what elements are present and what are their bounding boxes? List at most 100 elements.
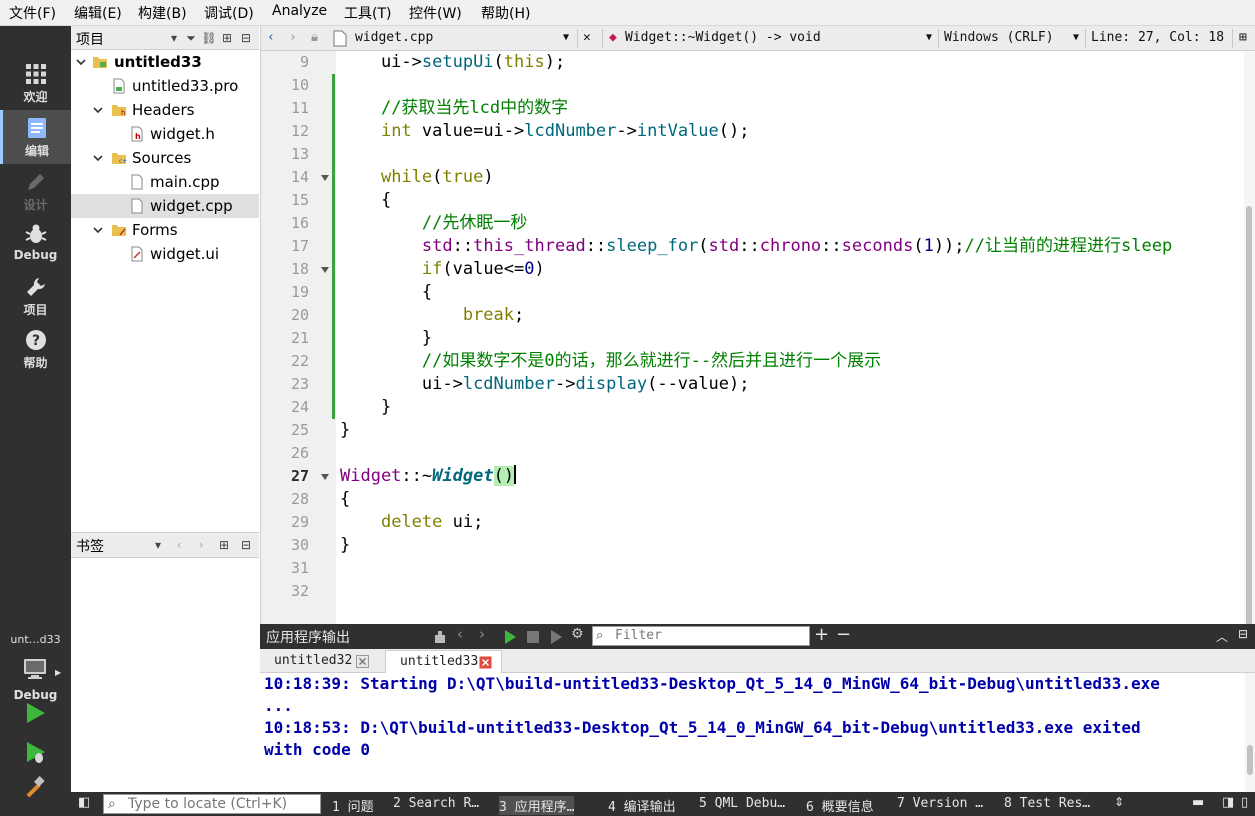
dropdown-icon[interactable]: ▾ — [166, 30, 182, 46]
attach-debugger-icon[interactable] — [548, 629, 564, 645]
close-file-icon[interactable]: ✕ — [583, 30, 591, 45]
editor-scrollbar[interactable] — [1244, 51, 1255, 656]
toggle-sidebar-icon[interactable]: ◧ — [78, 795, 90, 810]
layout-icon[interactable]: ▯ — [1241, 795, 1248, 810]
remove-icon[interactable]: − — [836, 624, 852, 645]
menu-edit[interactable]: 编辑(E) — [74, 3, 122, 23]
hammer-icon[interactable] — [22, 776, 48, 802]
split-icon[interactable]: ⊞ — [219, 30, 235, 46]
symbol-dropdown-icon[interactable]: ▼ — [926, 32, 932, 43]
mode-projects[interactable]: 项目 — [0, 269, 71, 323]
mode-design[interactable]: 设计 — [0, 164, 71, 218]
line-ending-selector[interactable]: Windows (CRLF) — [944, 30, 1054, 45]
mode-welcome[interactable]: 欢迎 — [0, 56, 71, 110]
line-ending-dropdown-icon[interactable]: ▼ — [1073, 32, 1079, 43]
file-dropdown-icon[interactable]: ▼ — [563, 32, 569, 43]
status-tab-version[interactable]: 7 Version … — [897, 796, 983, 811]
kit-arrow-icon[interactable]: ▶ — [55, 668, 61, 677]
split-icon[interactable]: ⊞ — [216, 537, 232, 553]
code-editor[interactable]: ui->setupUi(this); //获取当先lcd中的数字 int val… — [336, 51, 1244, 624]
chevron-left-icon[interactable]: ‹ — [171, 537, 187, 553]
link-icon[interactable]: ⛓ — [201, 30, 217, 46]
status-tab-test[interactable]: 8 Test Res… — [1004, 796, 1090, 811]
code-line[interactable]: //获取当先lcd中的数字 — [340, 97, 568, 120]
code-line[interactable]: { — [340, 488, 350, 511]
status-tab-app-output[interactable]: 3 应用程序… — [499, 796, 575, 815]
forward-icon[interactable]: › — [289, 30, 297, 45]
menu-tools[interactable]: 工具(T) — [344, 3, 391, 23]
code-line[interactable]: //如果数字不是0的话，那么就进行--然后并且进行一个展示 — [340, 350, 881, 373]
mode-debug[interactable]: Debug — [0, 216, 71, 270]
progress-icon[interactable]: ▬ — [1192, 795, 1204, 810]
menu-help[interactable]: 帮助(H) — [481, 3, 530, 23]
status-tab-compile[interactable]: 4 编译输出 — [608, 796, 676, 815]
symbol-selector[interactable]: Widget::~Widget() -> void — [625, 30, 821, 45]
maximize-pane-icon[interactable]: ︿ — [1216, 628, 1232, 644]
fold-arrow-icon[interactable] — [320, 173, 330, 183]
code-line[interactable]: } — [340, 419, 350, 442]
close-pane-icon[interactable]: ⊟ — [238, 537, 254, 553]
attach-icon[interactable] — [432, 629, 448, 645]
chevron-right-icon[interactable]: › — [193, 537, 209, 553]
code-line[interactable]: } — [340, 396, 391, 419]
code-line[interactable]: ui->lcdNumber->display(--value); — [340, 373, 750, 396]
fold-arrow-icon[interactable] — [320, 472, 330, 482]
code-line[interactable]: ui->setupUi(this); — [340, 51, 565, 74]
status-tab-issues[interactable]: 1 问题 — [332, 796, 374, 815]
code-line[interactable]: int value=ui->lcdNumber->intValue(); — [340, 120, 750, 143]
open-file-name[interactable]: widget.cpp — [355, 30, 433, 45]
code-line[interactable]: if(value<=0) — [340, 258, 545, 281]
mode-edit[interactable]: 编辑 — [0, 110, 71, 164]
tree-item-project[interactable]: untitled33 — [71, 50, 259, 74]
stop-icon[interactable] — [525, 629, 541, 645]
status-tab-search[interactable]: 2 Search R… — [393, 796, 479, 811]
tree-item-main-cpp[interactable]: main.cpp — [71, 170, 259, 194]
dropdown-icon[interactable]: ▾ — [150, 537, 166, 553]
scrollbar-thumb[interactable] — [1247, 745, 1253, 775]
tree-item-pro-file[interactable]: untitled33.pro — [71, 74, 259, 98]
toggle-right-sidebar-icon[interactable]: ◨ — [1222, 795, 1234, 810]
split-icon[interactable]: ⊞ — [1239, 30, 1247, 45]
cursor-position[interactable]: Line: 27, Col: 18 — [1091, 30, 1224, 45]
close-icon[interactable] — [479, 656, 492, 669]
tree-item-sources[interactable]: c+ Sources — [71, 146, 259, 170]
close-pane-icon[interactable]: ⊟ — [1238, 627, 1254, 643]
chevron-down-icon[interactable] — [92, 104, 104, 116]
chevron-down-icon[interactable] — [92, 152, 104, 164]
status-tab-general[interactable]: 6 概要信息 — [806, 796, 874, 815]
code-line[interactable]: } — [340, 327, 432, 350]
status-tab-qml-debug[interactable]: 5 QML Debu… — [699, 796, 785, 811]
mode-help[interactable]: ? 帮助 — [0, 322, 71, 376]
close-icon[interactable] — [356, 655, 369, 668]
gear-icon[interactable]: ⚙ — [571, 626, 587, 642]
code-line[interactable]: while(true) — [340, 166, 494, 189]
rerun-icon[interactable] — [502, 629, 518, 645]
code-line[interactable]: } — [340, 534, 350, 557]
tree-item-forms[interactable]: Forms — [71, 218, 259, 242]
code-line[interactable]: std::this_thread::sleep_for(std::chrono:… — [340, 235, 1172, 258]
code-line[interactable]: { — [340, 189, 391, 212]
code-line[interactable]: //先休眠一秒 — [340, 212, 527, 235]
application-output[interactable]: 10:18:39: Starting D:\QT\build-untitled3… — [260, 673, 1245, 792]
chevron-right-icon[interactable]: › — [479, 625, 495, 643]
add-icon[interactable]: + — [814, 624, 830, 645]
menu-debug[interactable]: 调试(D) — [204, 3, 254, 23]
tree-item-widget-h[interactable]: h widget.h — [71, 122, 259, 146]
menu-build[interactable]: 构建(B) — [138, 3, 187, 23]
tree-item-widget-cpp[interactable]: widget.cpp — [71, 194, 259, 218]
debug-run-icon[interactable] — [22, 739, 48, 765]
code-line[interactable]: delete ui; — [340, 511, 483, 534]
run-icon[interactable] — [22, 700, 48, 726]
chevron-down-icon[interactable] — [75, 56, 87, 68]
fold-arrow-icon[interactable] — [320, 265, 330, 275]
chevron-down-icon[interactable] — [92, 224, 104, 236]
close-pane-icon[interactable]: ⊟ — [238, 30, 254, 46]
code-line[interactable]: Widget::~Widget() — [340, 465, 517, 488]
menu-file[interactable]: 文件(F) — [9, 3, 56, 23]
code-line[interactable]: break; — [340, 304, 524, 327]
more-tabs-icon[interactable]: ⇕ — [1114, 795, 1124, 809]
output-scrollbar[interactable] — [1245, 673, 1255, 792]
tree-item-headers[interactable]: h Headers — [71, 98, 259, 122]
menu-analyze[interactable]: Analyze — [272, 3, 327, 19]
code-line[interactable]: { — [340, 281, 432, 304]
